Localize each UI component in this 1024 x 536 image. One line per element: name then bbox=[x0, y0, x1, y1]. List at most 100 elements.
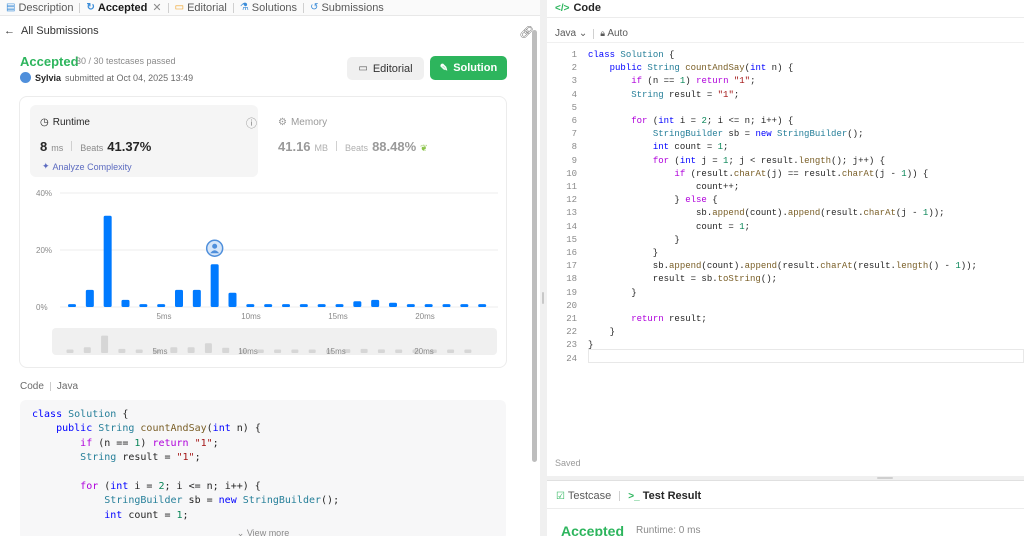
tab-submissions[interactable]: ↺ Submissions bbox=[304, 0, 390, 16]
analyze-complexity-link[interactable]: ✦ Analyze Complexity bbox=[42, 161, 132, 172]
code-editor[interactable]: class Solution { public String countAndS… bbox=[588, 49, 977, 353]
auto-mode-toggle[interactable]: 🔒︎ Auto bbox=[600, 28, 628, 39]
history-icon: ↻ bbox=[86, 2, 95, 13]
chart-bar bbox=[85, 289, 94, 307]
history-icon: ↺ bbox=[310, 2, 319, 13]
divider bbox=[547, 42, 1024, 43]
terminal-icon: >_ bbox=[628, 491, 640, 502]
runtime-value: 8 bbox=[40, 139, 48, 154]
chart-bar bbox=[103, 215, 112, 307]
runtime-distribution-chart[interactable]: 40% 20% 0% 5ms 10ms 15ms 20ms 5ms 10ms 15ms 20ms bbox=[20, 183, 508, 363]
divider bbox=[547, 17, 1024, 18]
overview-tick-label: 5ms bbox=[152, 347, 167, 356]
overview-bar bbox=[464, 349, 472, 353]
tab-label: Description bbox=[18, 1, 74, 14]
chart-bar bbox=[424, 304, 433, 307]
close-icon[interactable]: ✕ bbox=[152, 1, 161, 14]
language-select[interactable]: Java ⌄ bbox=[555, 28, 587, 39]
edit-icon: ✎ bbox=[439, 62, 449, 74]
solution-button[interactable]: ✎ Solution bbox=[430, 56, 507, 80]
testcases-passed: 30 / 30 testcases passed bbox=[76, 56, 176, 66]
tab-label: Solutions bbox=[251, 1, 298, 14]
chart-bar bbox=[299, 304, 308, 307]
overview-bar bbox=[135, 349, 143, 353]
memory-header[interactable]: ⚙ Memory bbox=[278, 117, 327, 128]
test-result-runtime: Runtime: 0 ms bbox=[636, 525, 701, 536]
chart-bar bbox=[228, 292, 237, 307]
solution-button-label: Solution bbox=[453, 62, 498, 74]
editorial-button[interactable]: ▭ Editorial bbox=[347, 57, 424, 80]
overview-bar bbox=[274, 349, 282, 353]
testcase-tab-label: Testcase bbox=[567, 490, 612, 502]
panel-divider[interactable] bbox=[540, 0, 547, 536]
tab-solutions[interactable]: ⚗ Solutions bbox=[234, 0, 303, 16]
submitted-code-preview: class Solution { public String countAndS… bbox=[20, 400, 506, 536]
overview-bar bbox=[66, 349, 74, 353]
info-icon[interactable]: ⓘ bbox=[246, 115, 257, 131]
drag-handle[interactable] bbox=[542, 292, 544, 304]
tab-description[interactable]: ▤ Description bbox=[0, 0, 79, 16]
code-section-label: Code bbox=[20, 381, 44, 392]
tab-code[interactable]: </> Code bbox=[555, 2, 601, 14]
tab-testcase[interactable]: ☑ Testcase bbox=[556, 490, 611, 502]
code-preview-text: class Solution { public String countAndS… bbox=[32, 409, 340, 521]
code-editor-text[interactable]: class Solution { public String countAndS… bbox=[588, 49, 977, 353]
beats-label: Beats bbox=[80, 143, 104, 153]
overview-bar bbox=[187, 347, 195, 353]
lock-icon: 🔒︎ bbox=[600, 28, 606, 38]
user-marker-head bbox=[212, 243, 218, 249]
avatar[interactable] bbox=[20, 72, 31, 83]
overview-bar bbox=[395, 349, 403, 353]
chart-bar bbox=[121, 299, 130, 307]
arrow-left-icon: ← bbox=[4, 25, 15, 37]
divider bbox=[547, 508, 1024, 509]
auto-label: Auto bbox=[607, 28, 628, 39]
user-name[interactable]: Sylvia bbox=[35, 73, 61, 83]
back-to-submissions[interactable]: ← All Submissions bbox=[4, 25, 99, 37]
memory-values: 41.16 MB Beats 88.48% ❦ bbox=[278, 139, 428, 154]
code-tab-label: Code bbox=[573, 2, 601, 14]
chart-bar bbox=[478, 304, 487, 307]
overview-bar bbox=[204, 343, 212, 353]
code-section-header: Code Java bbox=[20, 381, 78, 392]
chevron-down-icon: ⌄ bbox=[578, 28, 588, 39]
view-more-button[interactable]: ⌄ View more bbox=[20, 523, 506, 536]
overview-tick-label: 15ms bbox=[326, 347, 346, 356]
drag-handle[interactable] bbox=[877, 477, 893, 479]
chevron-down-icon: ⌄ bbox=[236, 528, 245, 536]
runtime-unit: ms bbox=[51, 143, 64, 153]
y-tick-label: 0% bbox=[36, 303, 48, 312]
divider bbox=[49, 382, 51, 391]
overview-bar bbox=[360, 348, 368, 353]
memory-value: 41.16 bbox=[278, 139, 311, 154]
runtime-box[interactable]: ◷ Runtime ⓘ 8 ms Beats 41.37% ✦ Analyze … bbox=[30, 105, 258, 177]
left-panel: ▤ Description ↻ Accepted ✕ ▭ Editorial ⚗… bbox=[0, 0, 540, 536]
scrollbar-thumb[interactable] bbox=[532, 30, 537, 462]
chart-bar bbox=[406, 304, 415, 307]
chart-bar bbox=[175, 289, 183, 307]
overview-tick-label: 10ms bbox=[238, 347, 258, 356]
chart-bar bbox=[353, 301, 362, 307]
description-icon: ▤ bbox=[6, 2, 16, 13]
code-icon: </> bbox=[555, 2, 570, 14]
runtime-beats: 41.37% bbox=[107, 139, 152, 154]
chart-bar bbox=[264, 304, 273, 307]
tab-accepted[interactable]: ↻ Accepted ✕ bbox=[80, 0, 167, 16]
tab-label: Submissions bbox=[321, 1, 384, 14]
sparkle-icon: ✦ bbox=[42, 161, 50, 171]
overview-bar bbox=[222, 347, 230, 353]
tab-test-result[interactable]: >_ Test Result bbox=[628, 490, 701, 502]
language-label: Java bbox=[555, 28, 577, 39]
overview-bar bbox=[101, 335, 109, 353]
chart-bar bbox=[389, 302, 397, 307]
overview-tick-label: 20ms bbox=[414, 347, 434, 356]
tab-editorial[interactable]: ▭ Editorial bbox=[169, 0, 233, 16]
divider bbox=[593, 28, 595, 39]
clock-icon: ◷ bbox=[40, 117, 49, 128]
overview-bar bbox=[256, 349, 264, 353]
chart-bar bbox=[210, 264, 219, 307]
editorial-button-label: Editorial bbox=[372, 62, 413, 75]
stats-card: ◷ Runtime ⓘ 8 ms Beats 41.37% ✦ Analyze … bbox=[19, 96, 507, 368]
tab-label: Accepted bbox=[97, 1, 148, 14]
y-tick-label: 40% bbox=[36, 189, 52, 198]
